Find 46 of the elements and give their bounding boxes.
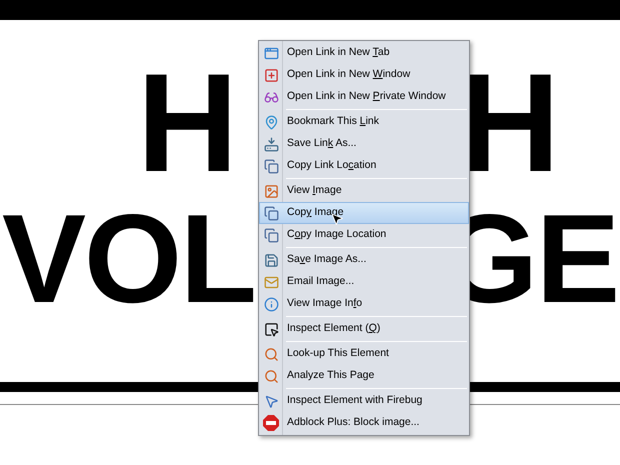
menu-item[interactable]: Adblock Plus: Block image... [259,412,469,434]
save-icon [264,252,278,268]
menu-item[interactable]: Look-up This Element [259,343,469,365]
menu-item-label: View Image Info [287,297,362,310]
plus-square-icon [264,68,278,82]
menu-item-label: Analyze This Page [287,369,374,382]
menu-item[interactable]: View Image Info [259,293,469,315]
stop-sign-icon [263,415,279,431]
menu-item-label: Copy Link Location [287,159,376,172]
menu-item-label: Open Link in New Private Window [287,90,446,102]
menu-item-label: Bookmark This Link [287,115,380,128]
menu-item-label: Copy Image Location [287,228,386,240]
menu-item-label: Open Link in New Tab [287,46,390,58]
menu-item-label: Inspect Element with Firebug [287,394,422,406]
copy-icon [264,206,278,220]
copy-icon [264,228,278,242]
menu-item[interactable]: Email Image... [259,271,469,293]
pin-icon [264,114,278,130]
sign-lettering: VOL [2,196,256,322]
menu-item[interactable]: Save Image As... [259,249,469,271]
menu-item[interactable]: Copy Image Location [259,224,469,246]
search-icon [264,346,278,362]
drive-download-icon [264,136,278,152]
search-icon [264,368,278,384]
image-icon [264,184,278,198]
menu-item-label: Save Image As... [287,253,366,266]
menu-item[interactable]: Analyze This Page [259,365,469,387]
sign-lettering: H [137,53,238,193]
menu-item-label: Save Link As... [287,137,356,150]
menu-item[interactable]: Copy Image [259,202,469,224]
menu-item-label: Copy Image [287,206,344,218]
menu-item-label: Adblock Plus: Block image... [287,416,420,428]
glasses-icon [264,90,278,104]
menu-item-label: Open Link in New Window [287,68,410,80]
menu-item-label: Email Image... [287,275,354,288]
menu-item[interactable]: Inspect Element (Q) [259,318,469,340]
info-icon [264,296,278,312]
menu-item-label: View Image [287,184,342,196]
window-icon [264,46,278,60]
menu-item[interactable]: Inspect Element with Firebug [259,390,469,412]
mail-icon [264,274,278,290]
menu-item-label: Look-up This Element [287,347,389,360]
menu-item-label: Inspect Element (Q) [287,322,380,334]
inspect-icon [264,322,278,336]
copy-icon [264,158,278,174]
pointer-icon [264,394,278,408]
